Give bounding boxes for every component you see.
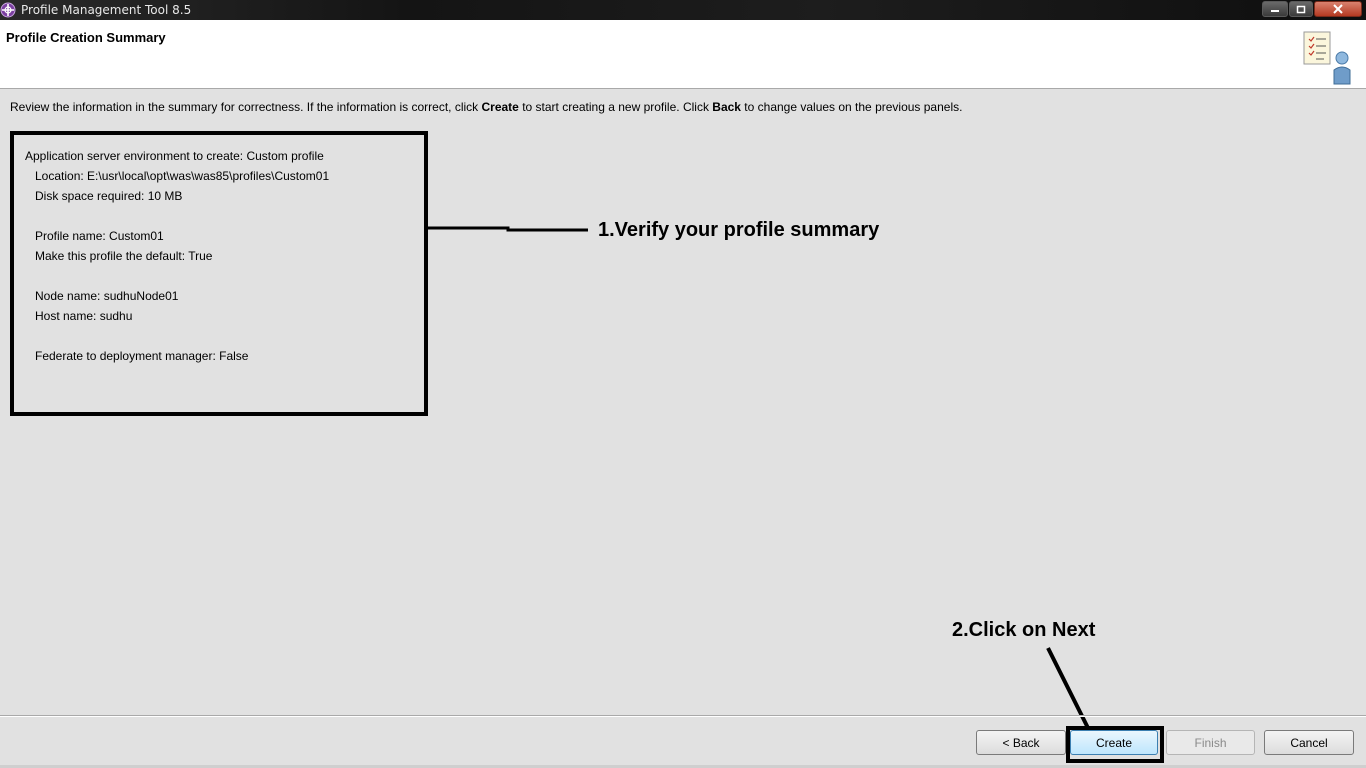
instructions-part-2: to start creating a new profile. Click [518,100,713,114]
instructions-part-3: to change values on the previous panels. [740,100,963,114]
summary-profile-name: Profile name: Custom01 [35,229,164,243]
back-button[interactable]: < Back [976,730,1066,755]
minimize-icon [1271,10,1279,12]
minimize-button[interactable] [1262,1,1288,17]
summary-environment: Application server environment to create… [25,149,324,163]
footer-separator [0,715,1366,716]
annotation-line-2 [1046,647,1090,729]
profile-summary-panel: Application server environment to create… [10,131,428,416]
instructions-part-1: Review the information in the summary fo… [10,100,482,114]
create-button-highlight-box [1066,726,1164,763]
profile-summary-icon [1303,31,1351,85]
instructions-create-word: Create [481,100,519,114]
close-icon [1333,4,1343,14]
cancel-button[interactable]: Cancel [1264,730,1354,755]
instructions-text: Review the information in the summary fo… [10,100,962,114]
summary-host-name: Host name: sudhu [35,309,133,323]
close-button[interactable] [1314,1,1362,17]
annotation-line-1 [428,226,588,232]
page-title: Profile Creation Summary [6,30,166,45]
wizard-header: Profile Creation Summary [0,20,1366,89]
summary-default-profile: Make this profile the default: True [35,249,213,263]
summary-disk-space: Disk space required: 10 MB [35,189,183,203]
annotation-step-2: 2.Click on Next [952,619,1096,641]
summary-federate: Federate to deployment manager: False [35,349,249,363]
window-title: Profile Management Tool 8.5 [21,3,192,17]
summary-node-name: Node name: sudhuNode01 [35,289,179,303]
app-logo-icon [0,2,16,18]
maximize-icon [1296,5,1306,13]
instructions-back-word: Back [712,100,741,114]
annotation-step-1: 1.Verify your profile summary [598,219,880,241]
window-titlebar: Profile Management Tool 8.5 [0,0,1366,20]
finish-button: Finish [1166,730,1255,755]
maximize-button[interactable] [1289,1,1313,17]
summary-location: Location: E:\usr\local\opt\was\was85\pro… [35,169,330,183]
